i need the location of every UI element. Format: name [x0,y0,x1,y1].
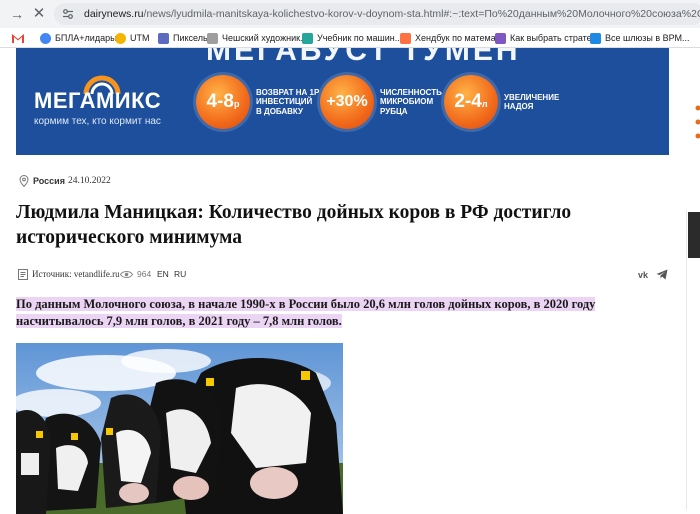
bookmark-item[interactable]: БПЛА+лидары [40,31,117,45]
article-title: Людмила Маницкая: Количество дойных коро… [16,202,572,248]
book-icon [400,32,411,44]
page-icon [495,32,506,44]
lang-ru-link[interactable]: RU [174,269,186,279]
offer-text: возврат на 1р инвестиций в добавку [256,87,320,116]
article-photo-cows [16,343,343,514]
bookmark-item[interactable]: Пиксель [158,31,208,45]
sidebar-dark-block [688,212,700,258]
bookmark-label: Чешский художник... [222,33,308,43]
bookmark-label: Как выбрать страте... [510,33,600,43]
offer-text: увеличение надоя [504,92,560,112]
url-path: /news/lyudmila-manitskaya-kolichestvo-ko… [143,8,700,20]
offer-text: численность микробиом рубца [380,87,442,116]
views-eye-icon [120,271,133,278]
offer-yield: 2-4л увеличение надоя [444,72,559,132]
lang-en-link[interactable]: EN [157,269,169,279]
lead-highlighted-text: По данным Молочного союза, в начале 1990… [16,297,596,328]
bookmark-item[interactable]: Как выбрать страте... [495,31,599,45]
url-domain: dairynews.ru [84,8,144,20]
source-document-icon [18,269,28,280]
banner-top-text: МЕГАБУСТ ТУМЕН [206,48,521,67]
offer-bubble: +30% [320,75,374,129]
bookmark-item[interactable]: Хендбук по матема... [400,31,503,45]
brand-name: МЕГАМИКС [34,88,162,113]
offer-bubble: 2-4л [444,75,498,129]
browser-toolbar: → ✕ dairynews.ru/news/lyudmila-manitskay… [0,0,700,28]
cows-image [16,343,343,514]
utm-icon [115,32,126,44]
globe-icon [40,32,51,44]
bookmark-item[interactable]: Все шлюзы в ВРМ... [590,31,690,45]
pixel-icon [158,32,169,44]
address-url[interactable]: dairynews.ru/news/lyudmila-manitskaya-ko… [84,3,700,25]
bookmark-gmail[interactable] [12,31,28,45]
page-icon [590,32,601,44]
article-meta: Источник: vetandlife.ru 964 EN RU vk [16,268,670,282]
telegram-share-icon[interactable] [656,269,668,280]
bookmarks-bar: БПЛА+лидары UTM Пиксель Чешский художник… [0,28,700,48]
offer-microbiome: +30% численность микробиом рубца [320,72,442,132]
close-icon[interactable]: ✕ [30,5,48,23]
offer-unit: р [233,99,240,109]
side-widget-icon[interactable] [686,48,700,148]
article-region[interactable]: Россия [33,176,65,186]
offer-value: 4-8 [206,91,234,112]
bookmark-label: Учебник по машин... [317,33,403,43]
offer-bubble: 4-8р [196,75,250,129]
bookmark-label: UTM [130,33,150,43]
offer-value: 2-4 [454,91,482,112]
bookmark-item[interactable]: UTM [115,31,150,45]
brand-logo: МЕГАМИКС кормим тех, кто кормит нас [34,75,194,127]
article-lead: По данным Молочного союза, в начале 1990… [16,296,601,330]
location-pin-icon [19,175,29,187]
site-info-icon[interactable] [62,8,74,20]
brand-tagline: кормим тех, кто кормит нас [34,116,161,127]
offer-unit: л [481,99,488,109]
bookmark-label: БПЛА+лидары [55,33,117,43]
article-dateline: Россия 24.10.2022 [19,175,111,187]
page-icon [207,32,218,44]
address-bar[interactable]: dairynews.ru/news/lyudmila-manitskaya-ko… [54,3,700,25]
forward-icon[interactable]: → [8,5,26,23]
gmail-icon [12,33,24,44]
article-source[interactable]: Источник: vetandlife.ru [32,269,120,279]
views-count: 964 [137,269,152,279]
offer-roi: 4-8р возврат на 1р инвестиций в добавку [196,72,319,132]
svg-text:vk: vk [638,270,649,280]
offer-value: +30% [326,93,368,110]
bookmark-label: Все шлюзы в ВРМ... [605,33,690,43]
vk-share-icon[interactable]: vk [638,269,650,280]
book-icon [302,32,313,44]
sidebar-divider [686,210,687,510]
bookmark-item[interactable]: Чешский художник... [207,31,308,45]
bookmark-label: Пиксель [173,33,208,43]
bookmark-label: Хендбук по матема... [415,33,504,43]
article-date: 24.10.2022 [67,176,111,186]
ad-banner[interactable]: МЕГАБУСТ ТУМЕН МЕГАМИКС кормим тех, кто … [16,48,669,155]
bookmark-item[interactable]: Учебник по машин... [302,31,402,45]
